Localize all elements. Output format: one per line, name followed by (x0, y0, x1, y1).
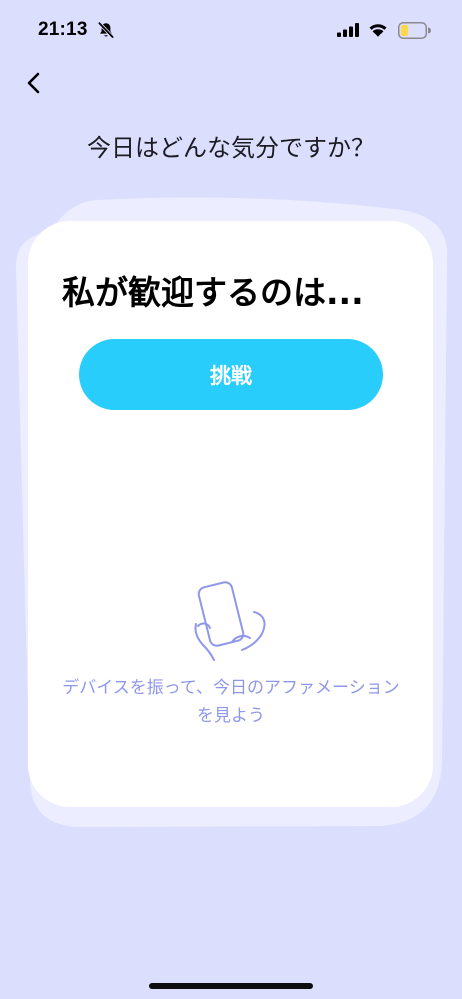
status-bar: 21:13 (0, 0, 462, 54)
shake-hint-line-2: を見よう (197, 706, 265, 726)
back-button[interactable] (20, 68, 50, 98)
home-indicator[interactable] (149, 983, 313, 989)
bell-slash-icon (97, 21, 115, 39)
challenge-button-label: 挑戦 (210, 363, 252, 388)
shake-hint-line-1: デバイスを振って、今日のアファメーション (62, 678, 400, 698)
chevron-left-icon (27, 72, 40, 94)
status-time: 21:13 (38, 19, 88, 40)
page-title: 今日はどんな気分ですか？ (87, 134, 375, 162)
cellular-signal-icon (337, 23, 359, 37)
card-heading: 私が歓迎するのは... (62, 273, 364, 312)
shake-hint-text: デバイスを振って、今日のアファメーション を見よう (30, 674, 432, 730)
challenge-button[interactable]: 挑戦 (79, 339, 383, 410)
wifi-icon (369, 24, 387, 37)
hand-holding-phone-icon (194, 581, 266, 661)
battery-icon (398, 22, 431, 39)
